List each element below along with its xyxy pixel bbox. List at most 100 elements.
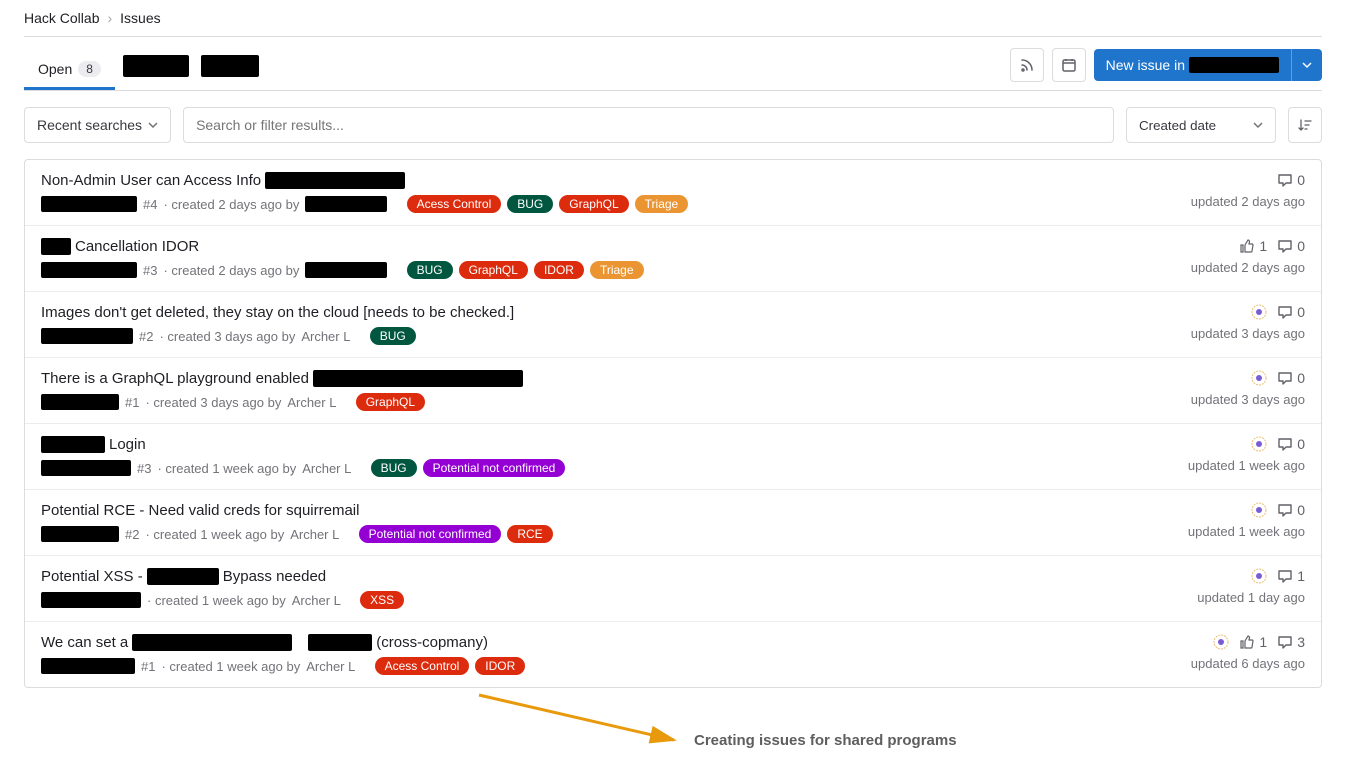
comments-count[interactable]: 0: [1277, 304, 1305, 320]
new-issue-dropdown[interactable]: [1291, 49, 1322, 81]
issue-updated: updated 2 days ago: [1191, 260, 1305, 275]
new-issue-button[interactable]: New issue in: [1094, 49, 1291, 81]
chevron-down-icon: [1253, 120, 1263, 130]
annotation-text: Creating issues for shared programs: [694, 732, 957, 749]
issue-created: · created 1 week ago by: [157, 461, 296, 476]
issue-row[interactable]: Cancellation IDOR #3 · created 2 days ag…: [25, 226, 1321, 292]
rss-icon: [1019, 57, 1035, 73]
tab-redacted-1[interactable]: [119, 45, 193, 90]
issue-label[interactable]: GraphQL: [459, 261, 528, 279]
confidential-icon: [1251, 502, 1267, 518]
redacted: [41, 592, 141, 608]
thumbs-up-count[interactable]: 1: [1239, 634, 1267, 650]
sort-field-label: Created date: [1139, 118, 1216, 133]
issue-tabs: Open 8: [24, 45, 263, 90]
issue-author: Archer L: [301, 329, 350, 344]
issue-label[interactable]: BUG: [370, 327, 416, 345]
issue-label[interactable]: Acess Control: [407, 195, 502, 213]
breadcrumb-separator: ›: [107, 10, 112, 26]
tab-redacted-2[interactable]: [197, 45, 263, 90]
issue-updated: updated 1 week ago: [1188, 458, 1305, 473]
issue-ref: #1: [125, 395, 139, 410]
issue-label[interactable]: IDOR: [475, 657, 525, 675]
issue-label[interactable]: RCE: [507, 525, 552, 543]
annotation: Creating issues for shared programs: [24, 700, 1322, 760]
recent-searches-button[interactable]: Recent searches: [24, 107, 171, 143]
issue-row[interactable]: Login #3 · created 1 week ago by Archer …: [25, 424, 1321, 490]
redacted: [41, 526, 119, 542]
issue-ref: #2: [125, 527, 139, 542]
issue-label[interactable]: XSS: [360, 591, 404, 609]
search-input[interactable]: [183, 107, 1114, 143]
issue-title: Cancellation IDOR: [75, 238, 199, 255]
comments-count[interactable]: 0: [1277, 172, 1305, 188]
confidential-icon: [1251, 370, 1267, 386]
issue-updated: updated 3 days ago: [1191, 326, 1305, 341]
tab-open-count: 8: [78, 61, 101, 77]
issue-author: Archer L: [302, 461, 351, 476]
issue-ref: #3: [137, 461, 151, 476]
redacted: [265, 172, 405, 189]
calendar-button[interactable]: [1052, 48, 1086, 82]
issue-updated: updated 3 days ago: [1191, 392, 1305, 407]
issue-row[interactable]: Potential XSS - Bypass needed · created …: [25, 556, 1321, 622]
issue-label[interactable]: GraphQL: [356, 393, 425, 411]
arrow-icon: [474, 690, 694, 760]
issue-label[interactable]: Potential not confirmed: [359, 525, 502, 543]
redacted: [41, 238, 71, 255]
issue-created: · created 1 week ago by: [147, 593, 286, 608]
issue-label[interactable]: IDOR: [534, 261, 584, 279]
issue-ref: #1: [141, 659, 155, 674]
issue-title: (cross-copmany): [376, 634, 488, 651]
redacted: [132, 634, 292, 651]
issue-ref: #4: [143, 197, 157, 212]
issue-created: · created 2 days ago by: [163, 263, 299, 278]
issue-label[interactable]: BUG: [371, 459, 417, 477]
comments-count[interactable]: 0: [1277, 436, 1305, 452]
issue-row[interactable]: Images don't get deleted, they stay on t…: [25, 292, 1321, 358]
issue-row[interactable]: There is a GraphQL playground enabled #1…: [25, 358, 1321, 424]
breadcrumb-current: Issues: [120, 10, 160, 26]
sort-field-select[interactable]: Created date: [1126, 107, 1276, 143]
issue-created: · created 1 week ago by: [161, 659, 300, 674]
sort-direction-button[interactable]: [1288, 107, 1322, 143]
issue-label[interactable]: BUG: [507, 195, 553, 213]
comments-count[interactable]: 0: [1277, 502, 1305, 518]
confidential-icon: [1251, 568, 1267, 584]
comments-count[interactable]: 0: [1277, 238, 1305, 254]
breadcrumb-root[interactable]: Hack Collab: [24, 10, 99, 26]
redacted: [41, 262, 137, 278]
issue-label[interactable]: BUG: [407, 261, 453, 279]
issue-title: Images don't get deleted, they stay on t…: [41, 304, 514, 321]
issue-label[interactable]: Acess Control: [375, 657, 470, 675]
issue-row[interactable]: Potential RCE - Need valid creds for squ…: [25, 490, 1321, 556]
redacted: [41, 394, 119, 410]
redacted: [308, 634, 372, 651]
issue-author: Archer L: [287, 395, 336, 410]
issue-ref: #2: [139, 329, 153, 344]
redacted: [41, 328, 133, 344]
issue-row[interactable]: We can set a (cross-copmany) #1 · create…: [25, 622, 1321, 687]
issue-created: · created 1 week ago by: [145, 527, 284, 542]
issue-row[interactable]: Non-Admin User can Access Info #4 · crea…: [25, 160, 1321, 226]
issue-label[interactable]: Potential not confirmed: [423, 459, 566, 477]
issue-created: · created 3 days ago by: [159, 329, 295, 344]
issue-label[interactable]: Triage: [590, 261, 644, 279]
redacted: [41, 196, 137, 212]
comments-count[interactable]: 3: [1277, 634, 1305, 650]
issue-title: Non-Admin User can Access Info: [41, 172, 261, 189]
redacted: [305, 196, 387, 212]
issue-title: There is a GraphQL playground enabled: [41, 370, 309, 387]
chevron-down-icon: [1302, 60, 1312, 70]
tab-open[interactable]: Open 8: [24, 51, 115, 90]
issue-title: Login: [109, 436, 146, 453]
redacted: [41, 436, 105, 453]
thumbs-up-count[interactable]: 1: [1239, 238, 1267, 254]
issue-label[interactable]: Triage: [635, 195, 689, 213]
tab-open-label: Open: [38, 61, 72, 77]
rss-button[interactable]: [1010, 48, 1044, 82]
issue-label[interactable]: GraphQL: [559, 195, 628, 213]
comments-count[interactable]: 1: [1277, 568, 1305, 584]
redacted: [41, 460, 131, 476]
comments-count[interactable]: 0: [1277, 370, 1305, 386]
